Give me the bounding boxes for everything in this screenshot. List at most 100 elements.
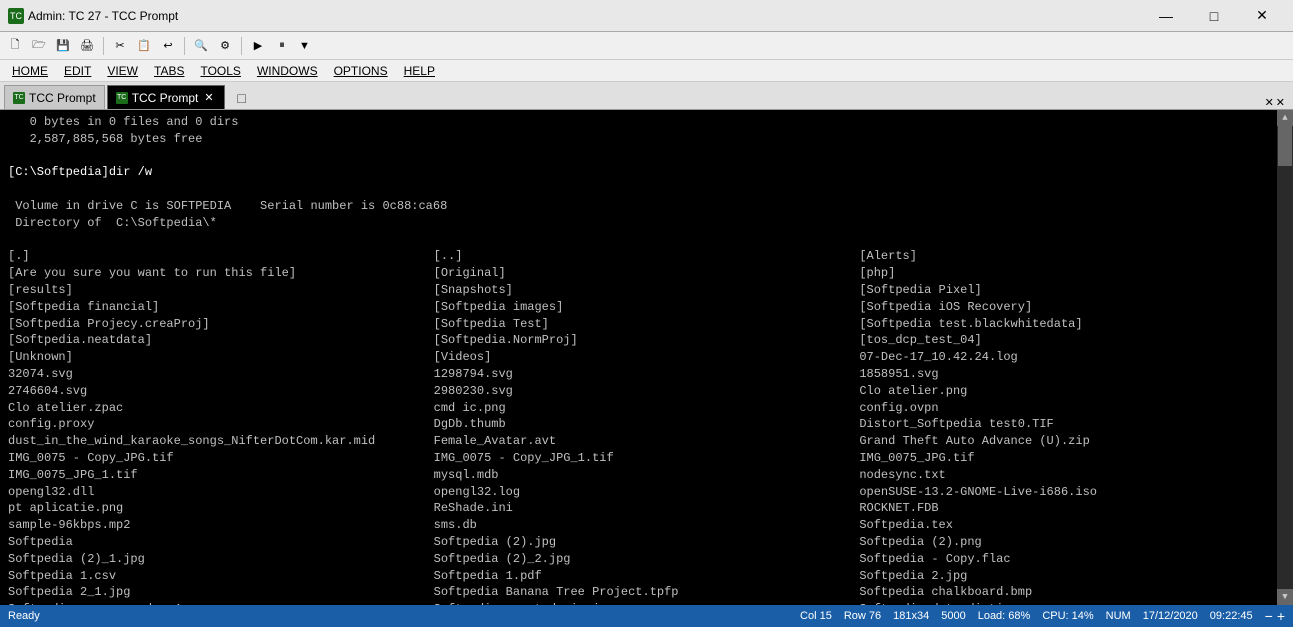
dir-entry: opengl32.dll — [8, 484, 434, 501]
menu-home[interactable]: HOME — [4, 62, 56, 80]
menu-view[interactable]: VIEW — [99, 62, 146, 80]
menu-options[interactable]: OPTIONS — [326, 62, 396, 80]
dir-entry: [Are you sure you want to run this file] — [8, 265, 434, 282]
terminal-line-5 — [8, 181, 1285, 198]
dir-entry: dust_in_the_wind_karaoke_songs_NifterDot… — [8, 433, 434, 450]
scroll-thumb[interactable] — [1278, 126, 1292, 166]
dir-entry: Softpedia 1.pdf — [434, 568, 860, 585]
dir-entry: [tos_dcp_test_04] — [859, 332, 1285, 349]
dir-entry: ROCKNET.FDB — [859, 500, 1285, 517]
dir-entry: IMG_0075_JPG.tif — [859, 450, 1285, 467]
dir-entry: Softpedia Banana Tree Project.tpfp — [434, 584, 860, 601]
dir-entry: openSUSE-13.2-GNOME-Live-i686.iso — [859, 484, 1285, 501]
dir-entry: [Softpedia Pixel] — [859, 282, 1285, 299]
dir-entry: Softpedia compressed.mp4 — [8, 601, 434, 605]
dir-entry: Softpedia 1.csv — [8, 568, 434, 585]
close-button[interactable]: ✕ — [1239, 1, 1285, 31]
tab-1[interactable]: TC TCC Prompt — [4, 85, 105, 109]
dir-entry: Grand Theft Auto Advance (U).zip — [859, 433, 1285, 450]
menu-tabs[interactable]: TABS — [146, 62, 192, 80]
save-button[interactable]: 💾 — [52, 35, 74, 57]
dir-entry: [Original] — [434, 265, 860, 282]
status-load: Load: 68% — [978, 610, 1031, 622]
run-button[interactable]: ▶ — [247, 35, 269, 57]
terminal-line-3 — [8, 148, 1285, 165]
dir-col-1: [.][Are you sure you want to run this fi… — [8, 248, 434, 605]
dir-entry: [Snapshots] — [434, 282, 860, 299]
open-button[interactable]: 🗁 — [28, 35, 50, 57]
dir-entry: Softpedia chalkboard.bmp — [859, 584, 1285, 601]
scroll-down-button[interactable]: ▼ — [1277, 589, 1293, 605]
dir-entry: Softpedia (2)_1.jpg — [8, 551, 434, 568]
minimize-button[interactable]: — — [1143, 1, 1189, 31]
terminal-line-1: 0 bytes in 0 files and 0 dirs — [8, 114, 1285, 131]
menu-windows[interactable]: WINDOWS — [249, 62, 326, 80]
title-bar-controls: — □ ✕ — [1143, 1, 1285, 31]
menu-tools[interactable]: TOOLS — [192, 62, 248, 80]
terminal-scrollbar[interactable]: ▲ ▼ — [1277, 110, 1293, 605]
dir-entry: 1858951.svg — [859, 366, 1285, 383]
toolbar-sep-1 — [103, 37, 104, 55]
zoom-plus-button[interactable]: + — [1277, 608, 1285, 624]
app-icon: TC — [8, 8, 24, 24]
new-tab-button[interactable]: □ — [231, 87, 253, 109]
dir-entry: [Softpedia iOS Recovery] — [859, 299, 1285, 316]
menu-help[interactable]: HELP — [396, 62, 443, 80]
status-time: 09:22:45 — [1210, 610, 1253, 622]
dir-entry: sms.db — [434, 517, 860, 534]
dir-entry: Softpedia (2).png — [859, 534, 1285, 551]
dir-entry: [Softpedia test.blackwhitedata] — [859, 316, 1285, 333]
dir-entry: Distort_Softpedia test0.TIF — [859, 416, 1285, 433]
terminal[interactable]: 0 bytes in 0 files and 0 dirs 2,587,885,… — [0, 110, 1293, 605]
settings-button[interactable]: ⚙ — [214, 35, 236, 57]
scroll-up-button[interactable]: ▲ — [1277, 110, 1293, 126]
window-title: Admin: TC 27 - TCC Prompt — [28, 9, 178, 23]
dir-entry: [..] — [434, 248, 860, 265]
print-button[interactable]: 🖨 — [76, 35, 98, 57]
status-col: Col 15 — [800, 610, 832, 622]
tab-2-close[interactable]: ✕ — [202, 91, 215, 104]
dir-entry: sample-96kbps.mp2 — [8, 517, 434, 534]
close-all-label: ✕ — [1276, 96, 1285, 109]
status-num: NUM — [1106, 610, 1131, 622]
dir-entry: [Softpedia financial] — [8, 299, 434, 316]
copy-button[interactable]: 📋 — [133, 35, 155, 57]
menu-edit[interactable]: EDIT — [56, 62, 99, 80]
status-row: Row 76 — [844, 610, 881, 622]
tabs-bar: TC TCC Prompt TC TCC Prompt ✕ □ ✕ ✕ — [0, 82, 1293, 110]
tab-2[interactable]: TC TCC Prompt ✕ — [107, 85, 225, 109]
search-button[interactable]: 🔍 — [190, 35, 212, 57]
maximize-button[interactable]: □ — [1191, 1, 1237, 31]
tab-2-icon: TC — [116, 92, 128, 104]
pause-button[interactable]: ⏸ — [271, 35, 293, 57]
cut-button[interactable]: ✂ — [109, 35, 131, 57]
dir-entry: IMG_0075 - Copy_JPG_1.tif — [434, 450, 860, 467]
new-button[interactable]: 🗋 — [4, 35, 26, 57]
status-ready: Ready — [8, 610, 40, 622]
scroll-track — [1278, 126, 1292, 589]
dir-entry: IMG_0075_JPG_1.tif — [8, 467, 434, 484]
dir-entry: config.ovpn — [859, 400, 1285, 417]
dropdown-button[interactable]: ▼ — [295, 38, 314, 54]
dir-entry: opengl32.log — [434, 484, 860, 501]
dir-entry: [Videos] — [434, 349, 860, 366]
dir-entry: Softpedia (2).jpg — [434, 534, 860, 551]
close-all-tabs[interactable]: ✕ ✕ — [1261, 96, 1289, 109]
terminal-line-4: [C:\Softpedia]dir /w — [8, 164, 1285, 181]
zoom-minus-button[interactable]: − — [1265, 608, 1273, 624]
dir-entry: Softpedia crypted pic.jpg — [434, 601, 860, 605]
terminal-line-6: Volume in drive C is SOFTPEDIA Serial nu… — [8, 198, 1285, 215]
dir-entry: [Softpedia Test] — [434, 316, 860, 333]
status-bar: Ready Col 15 Row 76 181x34 5000 Load: 68… — [0, 605, 1293, 627]
toolbar: 🗋 🗁 💾 🖨 ✂ 📋 ↩ 🔍 ⚙ ▶ ⏸ ▼ — [0, 32, 1293, 60]
dir-entry: nodesync.txt — [859, 467, 1285, 484]
dir-entry: Clo atelier.png — [859, 383, 1285, 400]
undo-button[interactable]: ↩ — [157, 35, 179, 57]
dir-entry: DgDb.thumb — [434, 416, 860, 433]
toolbar-sep-2 — [184, 37, 185, 55]
dir-entry: [Softpedia.NormProj] — [434, 332, 860, 349]
dir-entry: pt aplicatie.png — [8, 500, 434, 517]
status-size: 181x34 — [893, 610, 929, 622]
dir-entry: Softpedia — [8, 534, 434, 551]
toolbar-sep-3 — [241, 37, 242, 55]
